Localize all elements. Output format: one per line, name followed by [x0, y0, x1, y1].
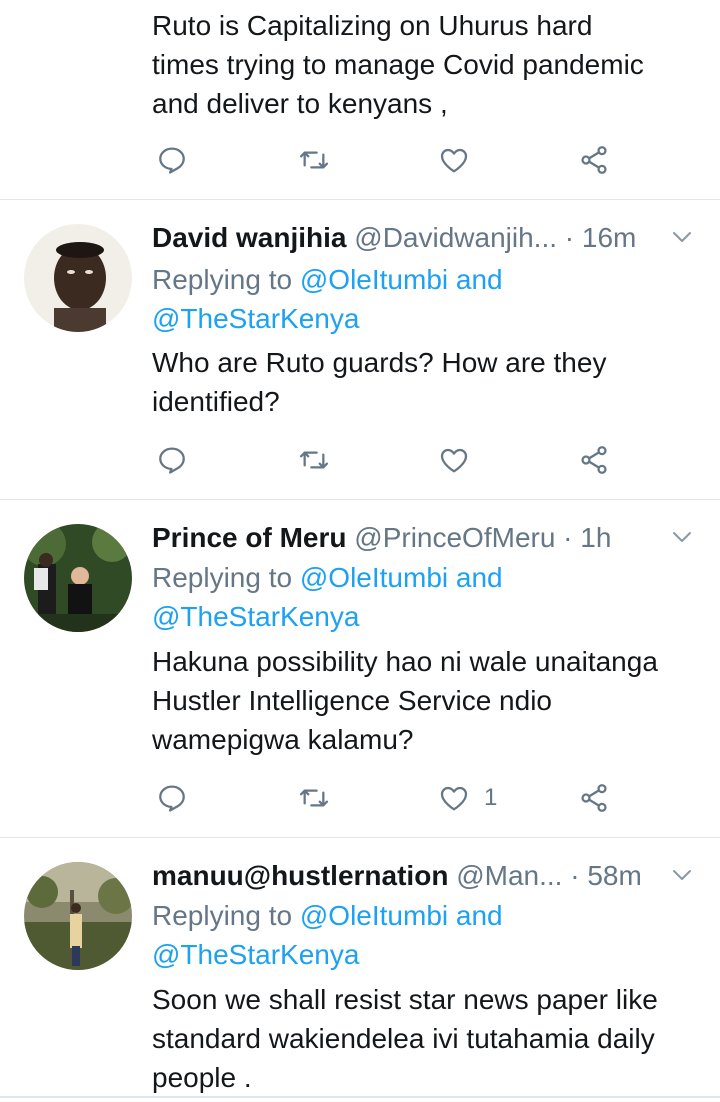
and-text[interactable]: and	[448, 264, 503, 295]
tweet-text-line: standard wakiendelea ivi tutahamia daily	[152, 1023, 655, 1054]
tweet-text-line: Hakuna possibility hao ni wale unaitanga	[152, 646, 658, 677]
avatar[interactable]	[24, 224, 132, 332]
share-button[interactable]	[578, 440, 610, 480]
share-icon	[581, 784, 607, 812]
mention-link[interactable]: @TheStarKenya	[152, 939, 359, 970]
replying-to-line-2: @TheStarKenya	[152, 597, 359, 637]
like-icon	[440, 786, 468, 811]
reply-button[interactable]	[156, 140, 188, 180]
replying-to: Replying to @OleItumbi and	[152, 558, 503, 598]
avatar-image	[24, 224, 132, 332]
like-icon	[440, 148, 468, 173]
reply-button[interactable]	[156, 778, 188, 818]
tweet-text-line: and deliver to kenyans ,	[152, 88, 448, 119]
replying-prefix: Replying to	[152, 264, 300, 295]
retweet-icon	[299, 151, 329, 169]
like-button[interactable]: 1	[438, 778, 497, 818]
like-button[interactable]	[438, 440, 484, 480]
mention-link[interactable]: @TheStarKenya	[152, 303, 359, 334]
separator: ·	[562, 860, 588, 891]
and-text[interactable]: and	[448, 900, 503, 931]
tweet-card[interactable]: Ruto is Capitalizing on Uhurus hard time…	[0, 0, 720, 200]
tweet-text: Soon we shall resist star news paper lik…	[152, 980, 700, 1097]
user-handle[interactable]: @Davidwanjih...	[354, 222, 557, 253]
share-icon	[581, 146, 607, 174]
reply-icon	[159, 785, 185, 812]
tweet-text-line: wamepigwa kalamu?	[152, 724, 414, 755]
tweet-card[interactable]: manuu@hustlernation @Man... · 58m Replyi…	[0, 838, 720, 1102]
display-name[interactable]: manuu@hustlernation	[152, 860, 448, 891]
tweet-card[interactable]: David wanjihia @Davidwanjih... · 16m Rep…	[0, 200, 720, 500]
avatar[interactable]	[24, 862, 132, 970]
display-name[interactable]: Prince of Meru	[152, 522, 346, 553]
mention-link[interactable]: @OleItumbi	[300, 562, 448, 593]
replying-prefix: Replying to	[152, 900, 300, 931]
tweet-text-line: identified?	[152, 386, 280, 417]
share-button[interactable]	[578, 778, 610, 818]
tweet-text-line: Ruto is Capitalizing on Uhurus hard	[152, 10, 593, 41]
replying-to-line-2: @TheStarKenya	[152, 935, 359, 975]
tweet-text-line: Soon we shall resist star news paper lik…	[152, 984, 658, 1015]
mention-link[interactable]: @OleItumbi	[300, 264, 448, 295]
chevron-down-icon[interactable]	[672, 530, 692, 544]
replying-to: Replying to @OleItumbi and	[152, 896, 503, 936]
tweet-header: manuu@hustlernation @Man... · 58m	[152, 856, 660, 896]
user-handle[interactable]: @Man...	[456, 860, 562, 891]
tweet-text: Hakuna possibility hao ni wale unaitanga…	[152, 642, 700, 759]
display-name[interactable]: David wanjihia	[152, 222, 347, 253]
tweet-text-line: people .	[152, 1062, 252, 1093]
replying-prefix: Replying to	[152, 562, 300, 593]
retweet-icon	[299, 451, 329, 469]
share-icon	[581, 446, 607, 474]
mention-link[interactable]: @OleItumbi	[300, 900, 448, 931]
like-count: 1	[484, 784, 498, 811]
tweet-header: Prince of Meru @PrinceOfMeru · 1h	[152, 518, 660, 558]
tweet-text: Ruto is Capitalizing on Uhurus hard time…	[152, 6, 700, 123]
tweet-text: Who are Ruto guards? How are they identi…	[152, 343, 700, 421]
like-button[interactable]	[438, 140, 484, 180]
retweet-icon	[299, 789, 329, 807]
avatar[interactable]	[24, 524, 132, 632]
tweet-actions: 1	[152, 778, 632, 818]
tweet-header: David wanjihia @Davidwanjih... · 16m	[152, 218, 660, 258]
reply-icon	[159, 447, 185, 474]
separator: ·	[555, 522, 581, 553]
timestamp[interactable]: 58m	[587, 860, 641, 891]
like-icon	[440, 448, 468, 473]
and-text[interactable]: and	[448, 562, 503, 593]
replying-to-line-2: @TheStarKenya	[152, 299, 359, 339]
separator: ·	[557, 222, 582, 253]
timestamp[interactable]: 16m	[582, 222, 636, 253]
divider	[0, 1096, 720, 1098]
timestamp[interactable]: 1h	[580, 522, 611, 553]
tweet-actions	[152, 140, 632, 180]
tweet-actions	[152, 440, 632, 480]
chevron-down-icon[interactable]	[672, 868, 692, 882]
tweet-text-line: Hustler Intelligence Service ndio	[152, 685, 552, 716]
reply-icon	[159, 147, 185, 174]
retweet-button[interactable]	[298, 440, 330, 480]
tweet-text-line: times trying to manage Covid pandemic	[152, 49, 644, 80]
avatar-image	[24, 524, 132, 632]
retweet-button[interactable]	[298, 140, 330, 180]
tweet-text-line: Who are Ruto guards? How are they	[152, 347, 607, 378]
replying-to: Replying to @OleItumbi and	[152, 260, 503, 300]
share-button[interactable]	[578, 140, 610, 180]
reply-button[interactable]	[156, 440, 188, 480]
chevron-down-icon[interactable]	[672, 230, 692, 244]
retweet-button[interactable]	[298, 778, 330, 818]
user-handle[interactable]: @PrinceOfMeru	[354, 522, 555, 553]
tweet-card[interactable]: Prince of Meru @PrinceOfMeru · 1h Replyi…	[0, 500, 720, 838]
mention-link[interactable]: @TheStarKenya	[152, 601, 359, 632]
avatar-image	[24, 862, 132, 970]
